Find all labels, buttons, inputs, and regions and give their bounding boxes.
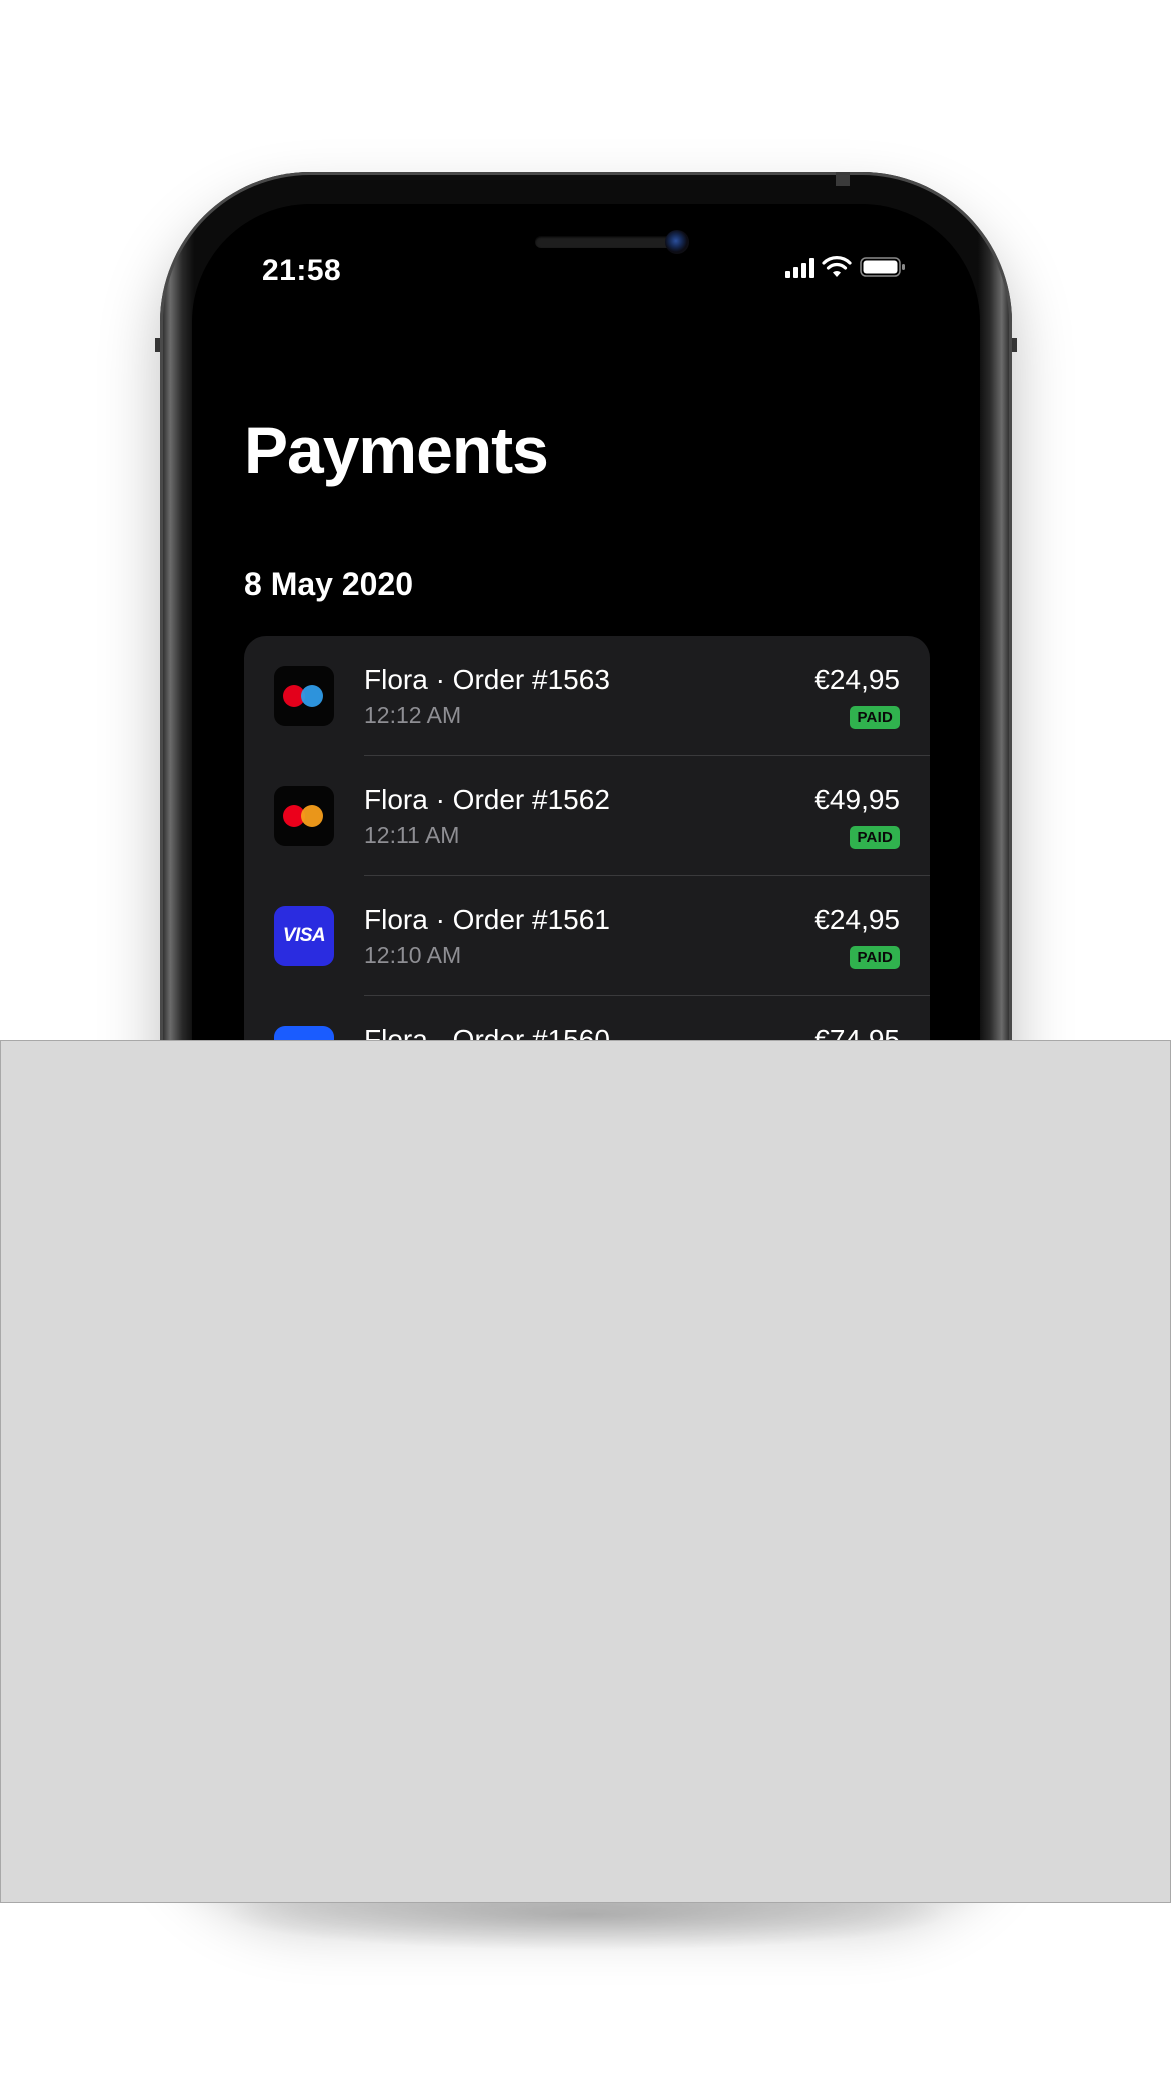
payment-amount: €24,95 <box>814 904 900 935</box>
payment-title: Flora · Order #1562 <box>364 784 610 815</box>
paid-status-badge: PAID <box>850 706 900 729</box>
payment-amount: €49,95 <box>814 784 900 815</box>
payment-title: Flora · Order #1561 <box>364 904 610 935</box>
payment-row[interactable]: VISA Flora · Order #1561 12:10 AM €24,95… <box>244 876 930 996</box>
status-bar-time: 21:58 <box>262 254 342 287</box>
mastercard-icon <box>274 786 334 846</box>
maestro-icon <box>274 666 334 726</box>
cellular-signal-icon <box>785 256 814 278</box>
front-camera <box>665 230 689 254</box>
payment-title: Flora · Order #1563 <box>364 664 610 695</box>
status-bar-icons <box>785 256 906 278</box>
earpiece-speaker <box>535 236 675 248</box>
payment-amount: €24,95 <box>814 664 900 695</box>
gray-placeholder-overlay <box>0 1040 1171 1903</box>
payment-time: 12:12 AM <box>364 702 462 728</box>
payment-time: 12:10 AM <box>364 942 462 968</box>
payment-time: 12:11 AM <box>364 822 460 848</box>
paid-status-badge: PAID <box>850 946 900 969</box>
visa-icon: VISA <box>274 906 334 966</box>
section-date-header: 8 May 2020 <box>244 566 414 602</box>
phone-antenna-band <box>836 172 850 186</box>
payment-row[interactable]: Flora · Order #1562 12:11 AM €49,95 PAID <box>244 756 930 876</box>
paid-status-badge: PAID <box>850 826 900 849</box>
battery-icon <box>860 257 905 277</box>
visa-logo-text: VISA <box>282 925 326 946</box>
wifi-icon <box>822 256 852 277</box>
page-title: Payments <box>244 413 549 487</box>
payment-row[interactable]: Flora · Order #1563 12:12 AM €24,95 PAID <box>244 636 930 756</box>
